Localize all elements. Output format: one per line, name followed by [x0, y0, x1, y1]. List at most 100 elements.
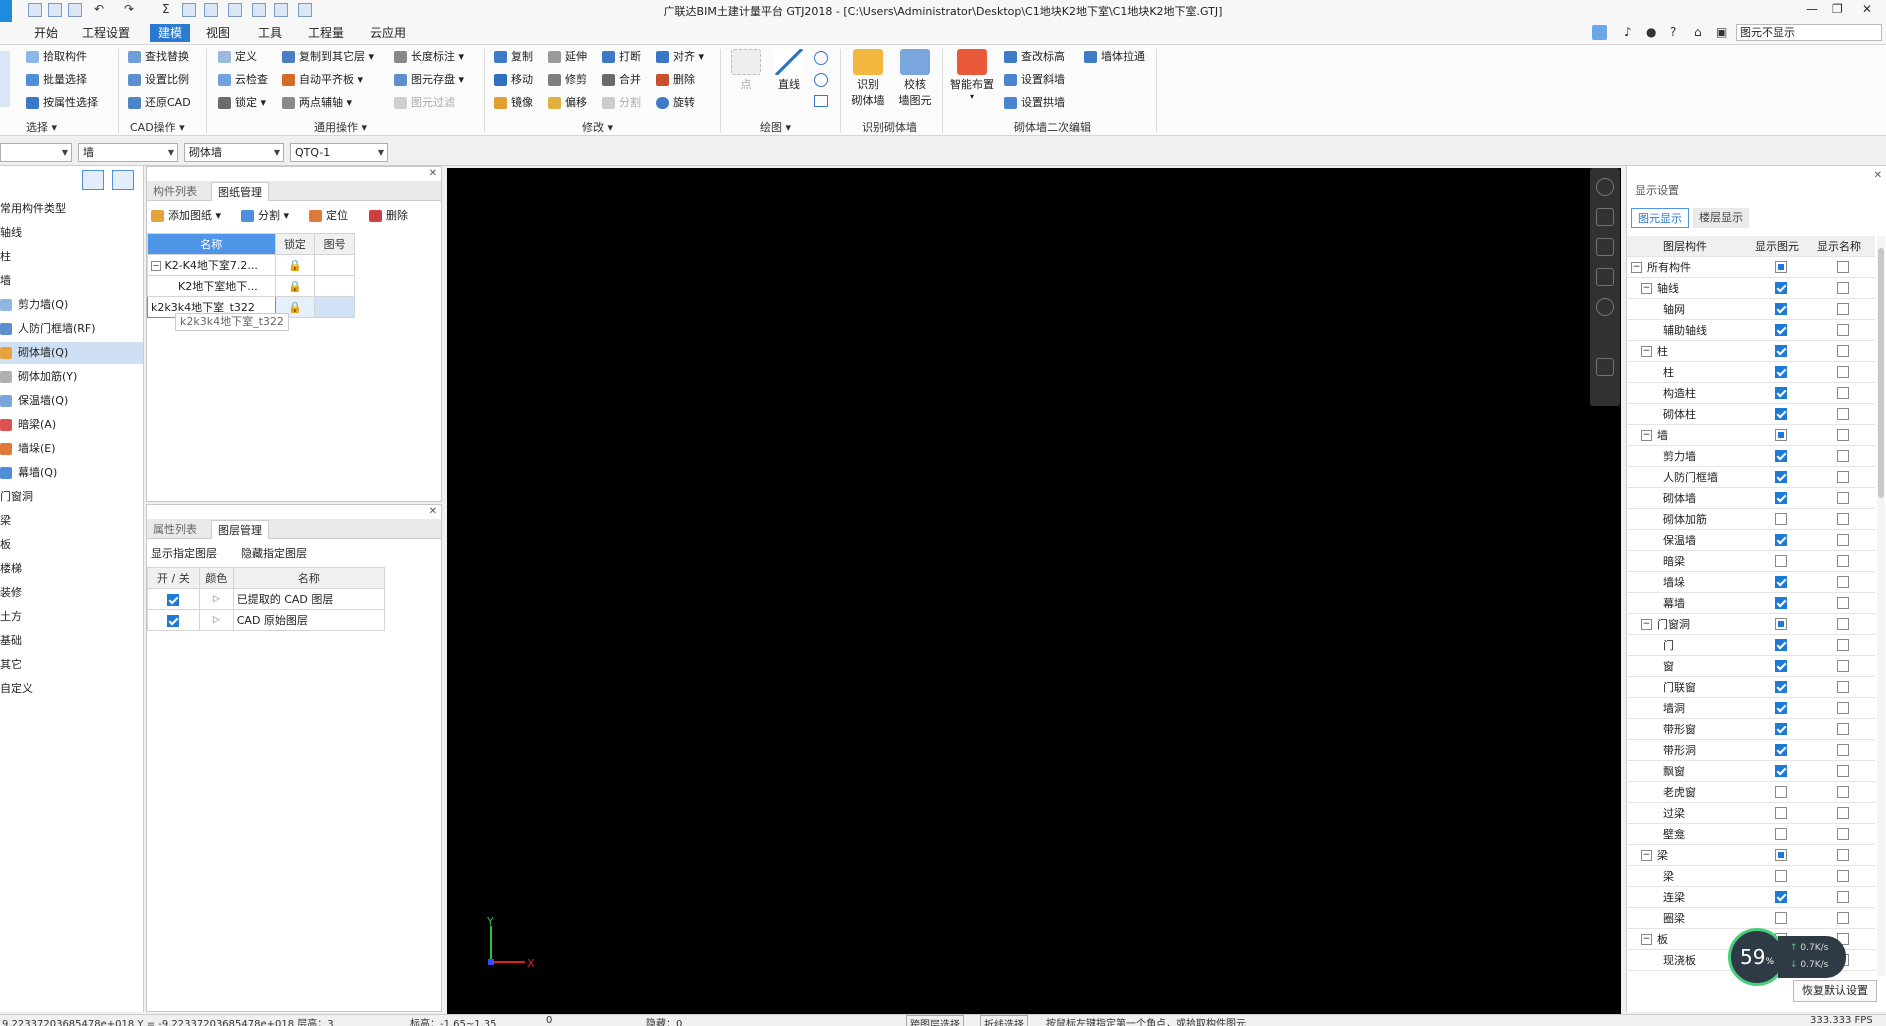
show-name-checkbox[interactable]	[1837, 828, 1849, 840]
box-icon[interactable]: ▣	[1716, 25, 1727, 39]
show-element-checkbox[interactable]	[1775, 366, 1787, 378]
align-button[interactable]: 对齐 ▾	[656, 48, 704, 66]
show-name-checkbox[interactable]	[1837, 702, 1849, 714]
nav-item[interactable]: 梁	[0, 510, 143, 532]
show-name-checkbox[interactable]	[1837, 870, 1849, 882]
close-icon[interactable]: ✕	[429, 168, 437, 179]
close-icon[interactable]: ✕	[429, 506, 437, 517]
check-wall-button[interactable]: 校核 墙图元	[893, 49, 937, 109]
tree-row[interactable]: 柱	[1627, 362, 1875, 383]
show-element-checkbox[interactable]	[1775, 702, 1787, 714]
close-icon[interactable]: ✕	[1874, 170, 1882, 181]
tree-row[interactable]: 砌体墙	[1627, 488, 1875, 509]
show-name-checkbox[interactable]	[1837, 555, 1849, 567]
show-name-checkbox[interactable]	[1837, 807, 1849, 819]
tab-start[interactable]: 开始	[26, 24, 66, 42]
tree-row[interactable]: 飘窗	[1627, 761, 1875, 782]
show-element-checkbox[interactable]	[1775, 324, 1787, 336]
show-name-checkbox[interactable]	[1837, 387, 1849, 399]
tab-modeling[interactable]: 建模	[150, 24, 191, 42]
batch-select-button[interactable]: 批量选择	[26, 71, 87, 89]
collapse-icon[interactable]: −	[151, 261, 161, 271]
collapse-icon[interactable]: −	[1641, 619, 1652, 630]
show-element-checkbox[interactable]	[1775, 555, 1787, 567]
set-arch-wall-button[interactable]: 设置拱墙	[1004, 94, 1065, 112]
wall-extend-button[interactable]: 墙体拉通	[1084, 48, 1145, 66]
tree-row[interactable]: − 轴线	[1627, 278, 1875, 299]
nav-item[interactable]: 土方	[0, 606, 143, 628]
two-point-axis-button[interactable]: 两点辅轴 ▾	[282, 94, 352, 112]
category-select[interactable]: 墙 ▼	[78, 143, 178, 162]
set-scale-button[interactable]: 设置比例	[128, 71, 189, 89]
show-name-checkbox[interactable]	[1837, 366, 1849, 378]
tree-row[interactable]: 老虎窗	[1627, 782, 1875, 803]
nav-item[interactable]: 楼梯	[0, 558, 143, 580]
show-name-checkbox[interactable]	[1837, 345, 1849, 357]
tree-row[interactable]: 保温墙	[1627, 530, 1875, 551]
scrollbar[interactable]	[1877, 236, 1885, 976]
minimize-button[interactable]: —	[1806, 2, 1818, 16]
nav-item[interactable]: 其它	[0, 654, 143, 676]
nav-item[interactable]: 自定义	[0, 678, 143, 700]
delete-drawing-button[interactable]: 删除	[369, 207, 408, 225]
break-button[interactable]: 打断	[602, 48, 641, 66]
display-search-input[interactable]: 图元不显示	[1736, 24, 1882, 41]
tree-row[interactable]: 连梁	[1627, 887, 1875, 908]
collapse-icon[interactable]: −	[1641, 430, 1652, 441]
show-element-checkbox[interactable]	[1775, 744, 1787, 756]
tree-row[interactable]: 带形窗	[1627, 719, 1875, 740]
smart-layout-button[interactable]: 智能布置 ▾	[948, 49, 996, 101]
lock-icon[interactable]: 🔒	[274, 254, 316, 276]
merge-button[interactable]: 合并	[602, 71, 641, 89]
show-element-checkbox[interactable]	[1775, 576, 1787, 588]
show-name-checkbox[interactable]	[1837, 429, 1849, 441]
copy-button[interactable]: 复制	[494, 48, 533, 66]
split-drawing-button[interactable]: 分割 ▾	[241, 207, 289, 225]
tab-tools[interactable]: 工具	[250, 24, 290, 42]
tree-row[interactable]: 暗梁	[1627, 551, 1875, 572]
nav-item[interactable]: 暗梁(A)	[0, 414, 143, 436]
collapse-icon[interactable]: −	[1641, 934, 1652, 945]
layer-toggle-checkbox[interactable]	[167, 614, 180, 627]
help-icon[interactable]: ?	[1670, 25, 1676, 39]
tree-row[interactable]: − 墙	[1627, 425, 1875, 446]
show-name-checkbox[interactable]	[1837, 786, 1849, 798]
show-element-checkbox[interactable]	[1775, 660, 1787, 672]
show-element-checkbox[interactable]	[1775, 282, 1787, 294]
point-button[interactable]: 点	[730, 49, 762, 93]
circle-icon[interactable]	[814, 73, 828, 87]
show-element-checkbox[interactable]	[1775, 639, 1787, 651]
show-name-checkbox[interactable]	[1837, 681, 1849, 693]
table-row[interactable]: − K2-K4地下室7.2... 🔒	[147, 254, 355, 276]
front-view-icon[interactable]	[1596, 238, 1614, 256]
rect-icon[interactable]	[814, 95, 828, 107]
show-element-checkbox[interactable]	[1775, 807, 1787, 819]
nav-item[interactable]: 门窗洞	[0, 486, 143, 508]
nav-item[interactable]: 装修	[0, 582, 143, 604]
column-header[interactable]: 图号	[314, 233, 355, 255]
orbit-icon[interactable]	[1596, 178, 1614, 196]
tree-row[interactable]: 砌体加筋	[1627, 509, 1875, 530]
tree-row[interactable]: 窗	[1627, 656, 1875, 677]
tree-row[interactable]: 门	[1627, 635, 1875, 656]
move-button[interactable]: 移动	[494, 71, 533, 89]
tab-cloud[interactable]: 云应用	[362, 24, 414, 42]
length-dimension-button[interactable]: 长度标注 ▾	[394, 48, 464, 66]
tree-row[interactable]: − 所有构件	[1627, 257, 1875, 278]
column-header[interactable]: 锁定	[274, 233, 316, 255]
table-row[interactable]: ▷ 已提取的 CAD 图层	[147, 588, 386, 610]
copy-to-floor-button[interactable]: 复制到其它层 ▾	[282, 48, 374, 66]
tree-row[interactable]: 圈梁	[1627, 908, 1875, 929]
show-element-checkbox[interactable]	[1775, 534, 1787, 546]
show-element-checkbox[interactable]	[1775, 429, 1787, 441]
show-element-checkbox[interactable]	[1775, 870, 1787, 882]
show-name-checkbox[interactable]	[1837, 597, 1849, 609]
tab-floor-display[interactable]: 楼层显示	[1693, 208, 1749, 228]
collapse-icon[interactable]: −	[1631, 262, 1642, 273]
tree-row[interactable]: 梁	[1627, 866, 1875, 887]
table-row[interactable]: K2地下室地下... 🔒	[147, 275, 355, 297]
show-element-checkbox[interactable]	[1775, 303, 1787, 315]
tree-row[interactable]: 剪力墙	[1627, 446, 1875, 467]
column-header[interactable]: 名称	[147, 233, 276, 255]
extend-button[interactable]: 延伸	[548, 48, 587, 66]
